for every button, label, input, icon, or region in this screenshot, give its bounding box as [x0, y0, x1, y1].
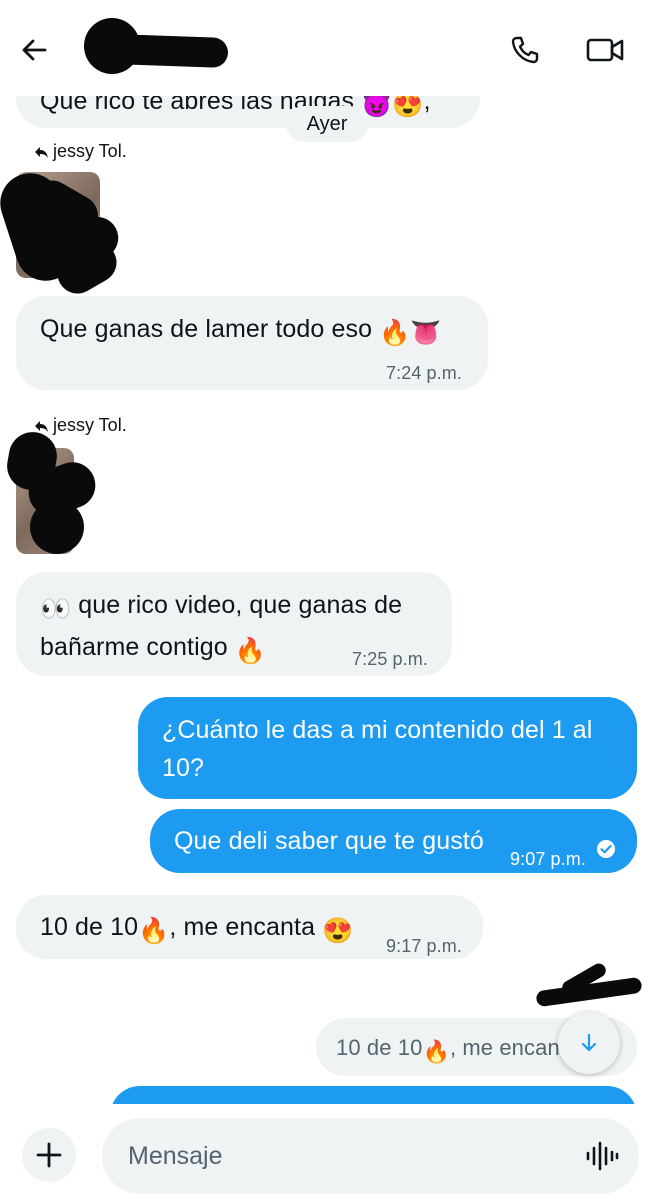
add-attachment-button[interactable]	[22, 1128, 76, 1182]
message-timestamp: 7:24 p.m.	[386, 363, 462, 383]
message-text: , me encanta	[169, 913, 316, 941]
plus-icon	[36, 1142, 62, 1168]
voice-wave-icon	[586, 1141, 619, 1171]
message-timestamp: 7:25 p.m.	[352, 649, 428, 669]
scroll-to-bottom-button[interactable]	[558, 1012, 620, 1074]
message-bubble-outgoing[interactable]: Que deli saber que te gustó 9:07 p.m.	[150, 809, 637, 873]
video-call-button[interactable]	[583, 28, 627, 72]
conversation-header	[0, 0, 653, 96]
emoji: 🔥	[234, 637, 267, 665]
video-camera-icon	[586, 38, 624, 62]
message-bubble-incoming[interactable]: 👀 que rico video, que ganas de bañarme c…	[16, 572, 452, 676]
message-bubble-incoming[interactable]: Que ganas de lamer todo eso 🔥👅 7:24 p.m.	[16, 296, 488, 390]
emoji: 🔥	[138, 917, 170, 945]
back-button[interactable]	[14, 30, 54, 70]
voice-message-button[interactable]	[582, 1138, 622, 1174]
reply-label: jessy Tol.	[53, 141, 127, 161]
message-line: 👀 que rico video, que ganas de	[40, 586, 430, 628]
reply-label: jessy Tol.	[53, 415, 127, 435]
dm-conversation-screen: Que rico te abres las nalgas 😈😍, Ayer je…	[0, 0, 653, 1200]
emoji: 😍	[322, 917, 354, 945]
phone-icon	[511, 36, 539, 64]
contact-name[interactable]	[111, 33, 229, 69]
message-text: 10 de 10	[40, 913, 139, 941]
reply-indicator[interactable]: jessy Tol.	[34, 415, 127, 436]
message-bubble-outgoing[interactable]: ¿Cuánto le das a mi contenido del 1 al 1…	[138, 697, 637, 799]
message-text: Que ganas de lamer todo eso	[40, 315, 373, 343]
message-input[interactable]	[128, 1136, 568, 1176]
message-input-container[interactable]	[102, 1118, 639, 1194]
emoji: 🔥	[422, 1039, 450, 1064]
message-text: Que deli saber que te gustó	[174, 827, 484, 855]
message-text: bañarme contigo	[40, 633, 228, 661]
emoji: 🔥👅	[379, 319, 442, 347]
emoji: 👀	[40, 595, 72, 623]
message-bubble-incoming[interactable]: 10 de 10🔥, me encanta 😍 9:17 p.m.	[16, 895, 483, 959]
day-separator: Ayer	[286, 106, 368, 142]
reply-indicator[interactable]: jessy Tol.	[34, 141, 127, 162]
call-button[interactable]	[503, 28, 547, 72]
arrow-down-icon	[581, 1033, 597, 1052]
message-text: , me encan	[449, 1035, 560, 1060]
message-text: 10 de 10	[336, 1035, 423, 1060]
message-line: ¿Cuánto le das a mi contenido del 1 al	[162, 716, 593, 744]
message-list[interactable]: Que rico te abres las nalgas 😈😍, Ayer je…	[0, 0, 653, 1200]
reply-arrow-icon	[35, 146, 48, 158]
message-timestamp: 9:07 p.m.	[510, 849, 586, 869]
reply-arrow-icon	[35, 420, 48, 432]
message-line: 10?	[162, 754, 205, 782]
arrow-left-icon	[22, 39, 47, 61]
check-circle-icon	[597, 840, 615, 858]
message-timestamp: 9:17 p.m.	[386, 936, 462, 956]
message-composer	[0, 1104, 653, 1200]
message-text: que rico video, que ganas de	[78, 591, 403, 619]
